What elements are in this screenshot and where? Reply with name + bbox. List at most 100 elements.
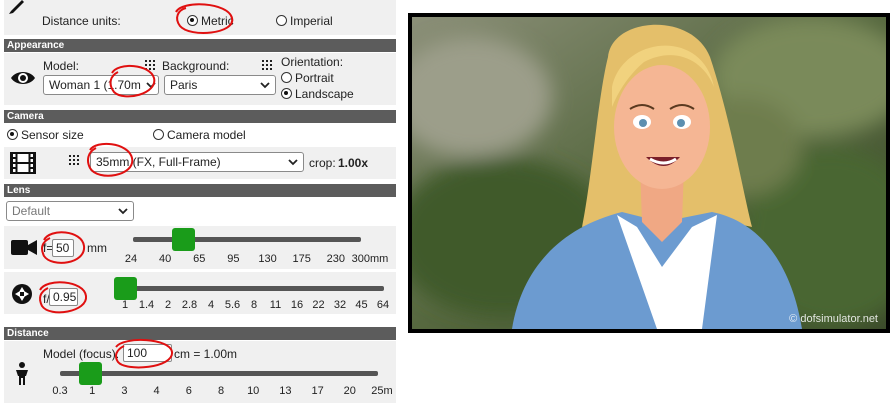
- portrait-label: Portrait: [295, 71, 334, 85]
- tick-label: 1: [89, 385, 96, 397]
- settings-panel: Distance units: Metric Imperial Appearan…: [0, 0, 398, 409]
- focal-length-track[interactable]: [133, 237, 361, 242]
- landscape-option[interactable]: Landscape: [281, 87, 354, 101]
- portrait-option[interactable]: Portrait: [281, 71, 334, 85]
- film-icon: [10, 152, 36, 174]
- lens-preset-value: Default: [12, 204, 51, 218]
- distance-ticks: 0.3 1 3 4 6 8 10 13 17 20 25m: [4, 385, 396, 399]
- landscape-label: Landscape: [295, 87, 354, 101]
- focal-length-row: f= 50 mm 24 40 65 95 130 175 230 300mm: [4, 226, 396, 269]
- imperial-label: Imperial: [290, 14, 333, 28]
- aperture-ticks: 1 1.4 2 2.8 4 5.6 8 11 16 22 32 45 64: [4, 299, 396, 313]
- distance-track[interactable]: [60, 371, 378, 376]
- chevron-down-icon: [288, 159, 298, 166]
- model-label: Model:: [43, 59, 80, 73]
- aperture-row: f/ 0.95 1 1.4 2 2.8 4 5.6 8 11 16 22 32 45 64: [4, 272, 396, 314]
- sensor-row: 35mm (FX, Full-Frame) crop: 1.00x: [4, 147, 396, 179]
- crop-label: crop:: [309, 156, 336, 170]
- tick-label: 20: [343, 385, 356, 397]
- preview-image: © dofsimulator.net: [412, 17, 886, 329]
- tick-label: 230: [326, 253, 346, 265]
- portrait-illustration: [412, 17, 886, 329]
- tick-label: 175: [292, 253, 311, 265]
- tick-label: 0.3: [52, 385, 68, 397]
- chevron-down-icon: [260, 82, 270, 89]
- model-value: Woman 1 (1.70m: [49, 78, 141, 92]
- metric-radio[interactable]: [187, 15, 198, 26]
- model-select[interactable]: Woman 1 (1.70m: [43, 75, 159, 95]
- metric-option[interactable]: Metric: [187, 14, 234, 28]
- landscape-radio[interactable]: [281, 88, 292, 99]
- tick-label: 13: [279, 385, 292, 397]
- crop-value: 1.00x: [338, 156, 369, 170]
- tick-label: 65: [193, 253, 206, 265]
- grid-icon: [69, 155, 79, 165]
- lens-header: Lens: [4, 184, 396, 197]
- tick-label: 40: [159, 253, 172, 265]
- distance-label: Model (focus):: [43, 347, 120, 361]
- tick-label: 300mm: [351, 253, 389, 265]
- aperture-track[interactable]: [120, 286, 384, 291]
- tick-label: 1.4: [138, 299, 155, 311]
- lens-preset-select[interactable]: Default: [6, 201, 134, 221]
- tick-label: 64: [376, 299, 390, 311]
- tick-label: 3: [121, 385, 128, 397]
- tick-label: 1: [121, 299, 129, 311]
- distance-value: 100: [127, 346, 148, 360]
- tick-label: 8: [217, 385, 225, 397]
- distance-header: Distance: [4, 327, 396, 340]
- camera-header: Camera: [4, 110, 396, 123]
- tick-label: 2: [164, 299, 172, 311]
- camera-model-label: Camera model: [167, 128, 246, 142]
- tick-label: 95: [227, 253, 240, 265]
- camera-model-radio[interactable]: [153, 129, 164, 140]
- background-value: Paris: [170, 78, 198, 92]
- camera-model-option[interactable]: Camera model: [153, 128, 246, 142]
- tick-label: 11: [269, 299, 282, 311]
- sensor-select[interactable]: 35mm (FX, Full-Frame): [90, 152, 304, 172]
- distance-row: Model (focus): 100 cm = 1.00m 0.3 1 3 4 6 8 10…: [4, 341, 396, 403]
- tick-label: 4: [153, 385, 160, 397]
- focal-length-slider-thumb[interactable]: [171, 228, 195, 251]
- portrait-radio[interactable]: [281, 72, 292, 83]
- appearance-header: Appearance: [4, 39, 396, 52]
- chevron-down-icon: [146, 82, 156, 89]
- tick-label: 6: [185, 385, 192, 397]
- preview-image-frame: © dofsimulator.net: [408, 13, 890, 333]
- metric-label: Metric: [201, 14, 234, 28]
- tick-label: 16: [290, 299, 304, 311]
- distance-slider-thumb[interactable]: [78, 362, 102, 385]
- person-icon: [16, 362, 28, 385]
- tick-label: 17: [311, 385, 324, 397]
- tick-label: 32: [333, 299, 347, 311]
- sensor-size-label: Sensor size: [21, 128, 84, 142]
- imperial-radio[interactable]: [276, 15, 287, 26]
- watermark: © dofsimulator.net: [789, 313, 878, 325]
- appearance-row: Model: Woman 1 (1.70m Background: Paris …: [4, 53, 396, 105]
- distance-input[interactable]: 100: [123, 344, 172, 362]
- sensor-size-option[interactable]: Sensor size: [7, 128, 84, 142]
- tick-label: 2.8: [181, 299, 198, 311]
- tick-label: 130: [258, 253, 277, 265]
- distance-suffix: cm = 1.00m: [174, 347, 238, 361]
- background-label: Background:: [162, 59, 230, 73]
- aperture-slider-thumb[interactable]: [114, 277, 137, 300]
- chevron-down-icon: [118, 208, 128, 215]
- tick-label: 24: [124, 253, 138, 265]
- distance-units-row: Distance units: Metric Imperial: [4, 0, 396, 35]
- sensor-value: 35mm (FX, Full-Frame): [96, 155, 221, 169]
- orientation-label: Orientation:: [281, 55, 344, 69]
- grid-icon: [262, 60, 272, 70]
- tick-label: 45: [355, 299, 368, 311]
- sensor-size-radio[interactable]: [7, 129, 18, 140]
- tick-label: 8: [250, 299, 258, 311]
- tick-label: 10: [247, 385, 260, 397]
- tick-label: 4: [207, 299, 215, 311]
- focal-length-ticks: 24 40 65 95 130 175 230 300mm: [4, 253, 396, 267]
- tick-label: 22: [312, 299, 325, 311]
- eye-icon: [11, 72, 35, 84]
- camera-mode-row: Sensor size Camera model: [4, 124, 396, 145]
- background-select[interactable]: Paris: [164, 75, 276, 95]
- imperial-option[interactable]: Imperial: [276, 14, 333, 28]
- grid-icon: [145, 60, 155, 70]
